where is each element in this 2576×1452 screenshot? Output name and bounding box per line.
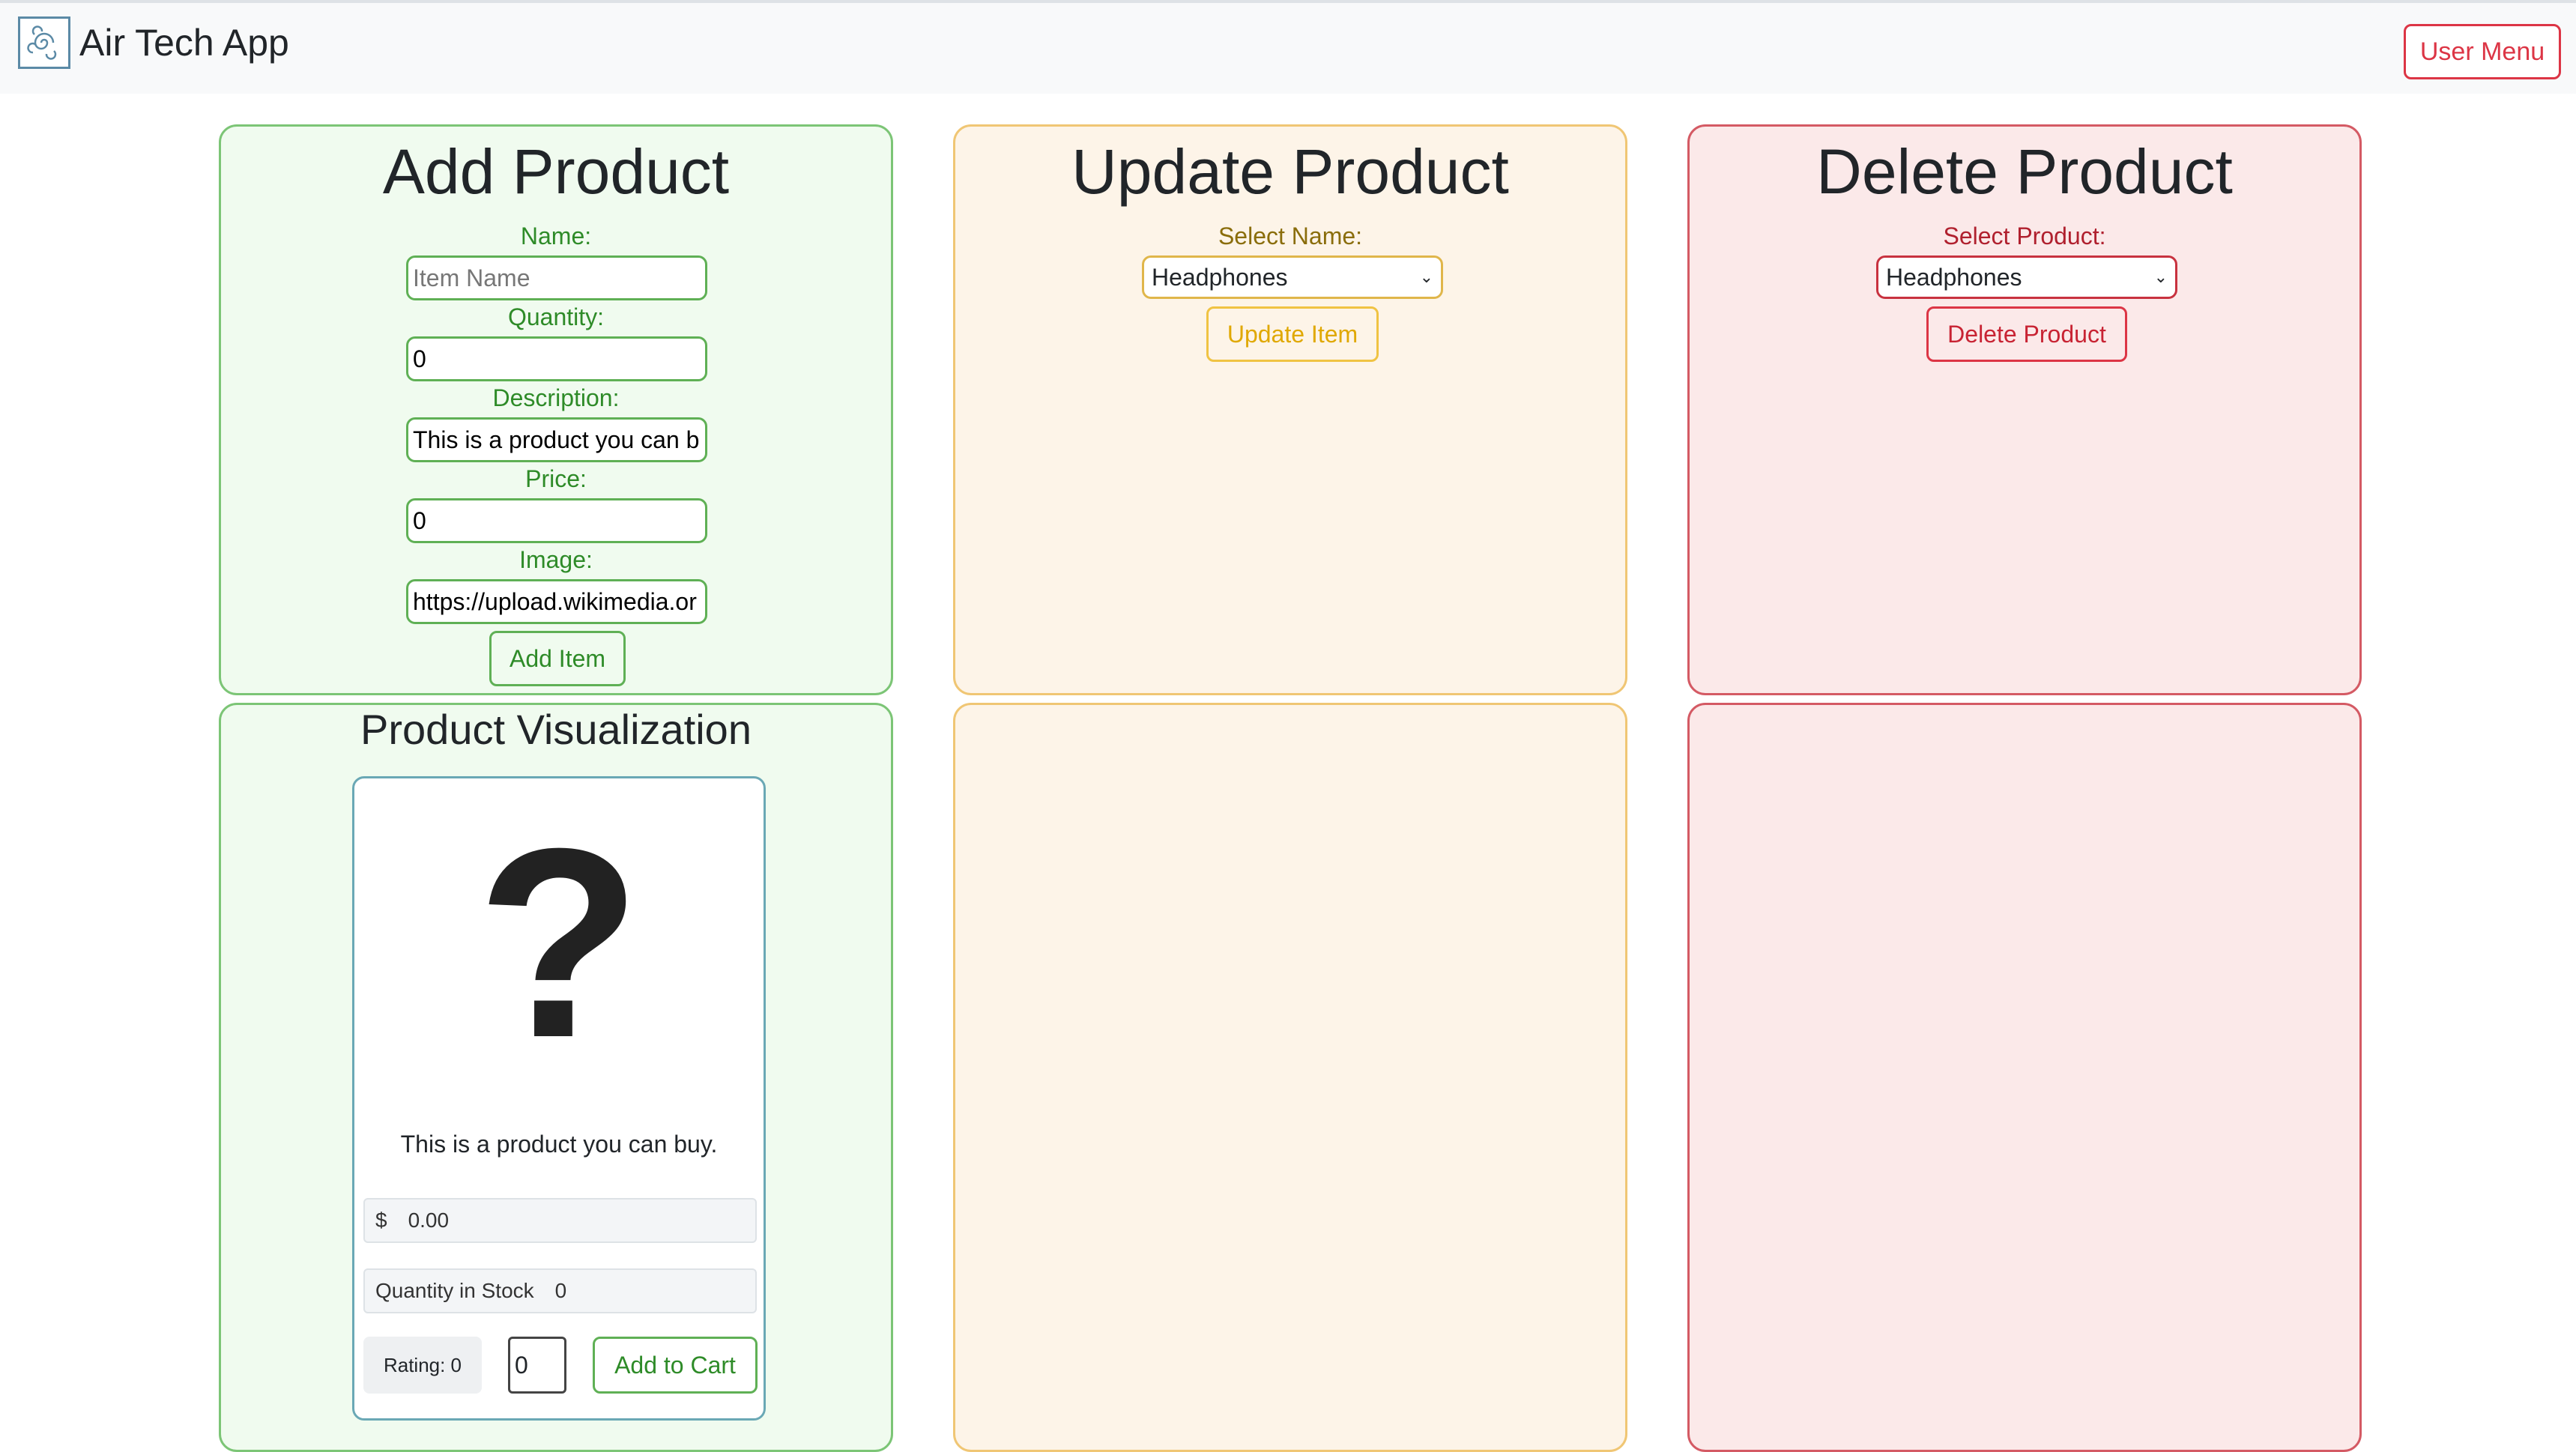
app-title: Air Tech App (79, 22, 289, 64)
price-input[interactable]: 0 (406, 498, 707, 543)
cart-quantity-input[interactable]: 0 (508, 1337, 566, 1394)
price-display: 0.00 (408, 1209, 450, 1232)
quantity-label: Quantity: (507, 303, 605, 330)
product-description: This is a product you can buy. (400, 1131, 718, 1158)
update-product-panel: Update Product Select Name: Headphones ⌄… (953, 124, 1627, 695)
add-product-panel: Add Product Name: Item Name Quantity: 0 … (219, 124, 893, 695)
delete-product-button[interactable]: Delete Product (1926, 306, 2127, 362)
name-input[interactable]: Item Name (406, 255, 707, 300)
select-name-label: Select Name: (1218, 223, 1363, 249)
product-visualization-panel: Product Visualization ? This is a produc… (219, 703, 893, 1452)
brand[interactable]: Air Tech App (18, 16, 289, 69)
stock-group: Quantity in Stock 0 (363, 1268, 757, 1313)
update-lower-panel (953, 703, 1627, 1452)
rating-badge: Rating: 0 (363, 1337, 482, 1394)
question-mark-placeholder-icon: ? (477, 793, 641, 1094)
stock-value: 0 (554, 1279, 567, 1302)
user-menu-button[interactable]: User Menu (2404, 24, 2561, 79)
select-product-label: Select Product: (1943, 223, 2106, 249)
add-item-button[interactable]: Add Item (489, 631, 626, 686)
update-select-value: Headphones (1152, 263, 1288, 291)
delete-product-select[interactable]: Headphones ⌄ (1876, 255, 2177, 299)
delete-select-value: Headphones (1886, 263, 2022, 291)
price-label: Price: (525, 465, 587, 492)
add-product-title: Add Product (382, 136, 730, 207)
quantity-input[interactable]: 0 (406, 336, 707, 381)
image-label: Image: (519, 546, 593, 573)
price-group: $ 0.00 (363, 1198, 757, 1243)
update-product-title: Update Product (1071, 136, 1509, 207)
update-item-button[interactable]: Update Item (1206, 306, 1379, 362)
product-card: ? This is a product you can buy. $ 0.00 … (352, 776, 766, 1421)
name-label: Name: (520, 223, 592, 249)
description-label: Description: (492, 384, 620, 411)
visualization-title: Product Visualization (360, 706, 752, 753)
update-product-select[interactable]: Headphones ⌄ (1142, 255, 1443, 299)
chevron-down-icon: ⌄ (2153, 267, 2168, 286)
image-url-input[interactable]: https://upload.wikimedia.or (406, 579, 707, 624)
add-to-cart-button[interactable]: Add to Cart (593, 1337, 758, 1394)
delete-product-title: Delete Product (1816, 136, 2233, 207)
navbar: Air Tech App User Menu (0, 0, 2576, 94)
delete-lower-panel (1687, 703, 2362, 1452)
currency-prefix: $ (375, 1209, 387, 1232)
stock-label: Quantity in Stock (375, 1279, 534, 1302)
delete-product-panel: Delete Product Select Product: Headphone… (1687, 124, 2362, 695)
description-input[interactable]: This is a product you can b (406, 417, 707, 462)
chevron-down-icon: ⌄ (1419, 267, 1433, 286)
air-swirl-logo-icon (18, 16, 70, 69)
